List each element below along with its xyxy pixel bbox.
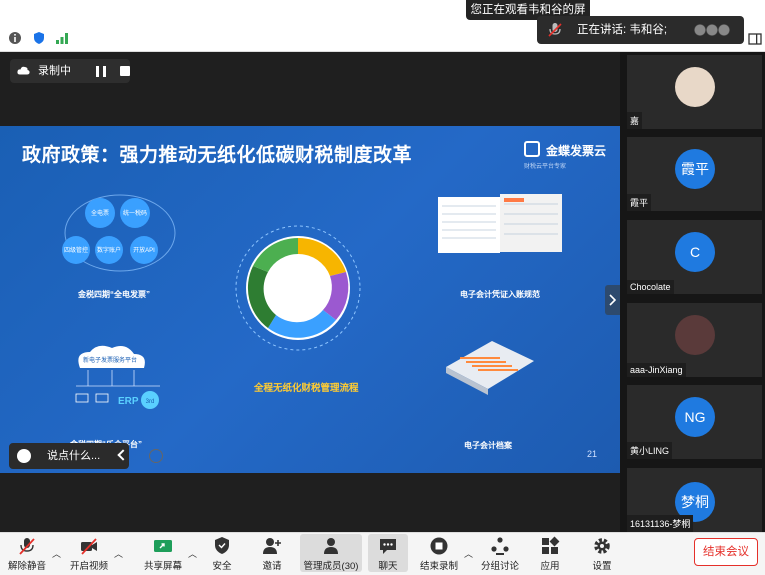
settings-label: 设置 (592, 561, 612, 572)
record-stop-icon (430, 537, 448, 555)
apps-label: 应用 (540, 561, 560, 572)
video-options-chevron-icon[interactable]: ︿ (114, 547, 123, 560)
bubble-label: 全电票 (91, 209, 109, 217)
meeting-window: { "banner":{"viewing":"您正在观看韦和谷的屏幕"}, "s… (0, 0, 765, 575)
members-icon (324, 538, 338, 554)
participant-tile[interactable]: aaa-JinXiang (627, 303, 762, 377)
chat-placeholder: 说点什么... (47, 450, 101, 462)
bubble-diagram: 全电票 统一税码 四级管控 数字账户 开放API (62, 194, 176, 272)
add-user-icon (263, 538, 281, 554)
share-options-chevron-icon[interactable]: ︿ (188, 547, 197, 560)
video-off-icon (81, 538, 97, 555)
end-meeting-button[interactable]: 结束会议 (694, 538, 758, 566)
chat-label: 聊天 (378, 561, 398, 572)
pause-recording-icon[interactable] (96, 66, 106, 77)
stop-recording-button[interactable]: 结束录制 (416, 534, 462, 572)
bubble-label: 开放API (133, 246, 155, 254)
speaker-avatars (692, 23, 732, 37)
third-party-label: 3rd (146, 399, 155, 405)
brand-subtitle: 财税云平台专家 (524, 164, 567, 170)
slide-page-number: 21 (587, 449, 598, 459)
security-shield-icon (215, 537, 229, 554)
bubble-label: 数字账户 (97, 246, 121, 254)
participant-tile[interactable]: NG 黄小LING (627, 385, 762, 459)
unmute-button[interactable]: 解除静音 (4, 534, 50, 572)
archive-room-illustration (446, 341, 534, 395)
speaking-label: 正在讲话: 韦和谷; (577, 24, 668, 36)
settings-button[interactable]: 设置 (582, 534, 622, 572)
participant-tile[interactable]: 梦桐 16131136-梦桐 (627, 468, 762, 532)
cloud-platform-label: 新电子发票服务平台 (83, 356, 137, 364)
breakout-label: 分组讨论 (480, 561, 519, 572)
chevron-right-icon (609, 294, 617, 306)
participant-name: Chocolate (627, 280, 674, 294)
signal-icon[interactable] (55, 31, 69, 45)
audio-options-chevron-icon[interactable]: ︿ (52, 547, 61, 560)
chat-bubble-icon (380, 539, 396, 554)
participant-name: 16131136-梦桐 (627, 515, 694, 532)
documents-illustration (438, 194, 562, 253)
participant-name: aaa-JinXiang (627, 363, 686, 377)
breakout-rooms-button[interactable]: 分组讨论 (478, 534, 522, 572)
participant-tile[interactable]: 嘉 (627, 55, 762, 129)
participant-name: 霞平 (627, 194, 652, 211)
brand-logo-icon (524, 141, 540, 157)
security-button[interactable]: 安全 (202, 534, 242, 572)
more-icon[interactable] (149, 449, 163, 463)
chat-input[interactable]: 说点什么... (9, 443, 163, 469)
caption-paperless-flow: 全程无纸化财税管理流程 (254, 383, 359, 394)
invite-label: 邀请 (262, 561, 282, 572)
sidebar-toggle-icon[interactable] (748, 32, 762, 46)
info-icon[interactable] (8, 31, 22, 45)
participant-name: 嘉 (627, 112, 643, 129)
share-screen-label: 共享屏幕 (143, 561, 182, 572)
participant-avatar (675, 315, 715, 355)
unmute-label: 解除静音 (7, 561, 46, 572)
speaking-indicator: 正在讲话: 韦和谷; (537, 16, 744, 44)
apps-grid-icon (542, 536, 560, 554)
participant-avatar: NG (675, 397, 715, 437)
bubble-label: 四级管控 (64, 246, 88, 254)
bubble-label: 统一税码 (123, 209, 147, 217)
brand-name: 金蝶发票云 (546, 144, 607, 158)
manage-members-label: 管理成员(30) (303, 561, 359, 572)
erp-label: ERP (118, 396, 139, 407)
cloud-icon (17, 66, 30, 75)
participant-tile[interactable]: 霞平 霞平 (627, 137, 762, 211)
chevron-left-icon[interactable] (117, 449, 129, 461)
start-video-button[interactable]: 开启视频 (66, 534, 112, 572)
process-cycle-diagram (235, 225, 361, 351)
participant-name: 黄小LING (627, 442, 673, 459)
cloud-platform-diagram: 新电子发票服务平台 ERP 3rd (75, 345, 160, 409)
stop-recording-label: 结束录制 (419, 561, 458, 572)
caption-archive: 电子会计档案 (464, 441, 512, 450)
start-video-label: 开启视频 (69, 561, 108, 572)
invite-button[interactable]: 邀请 (252, 534, 292, 572)
gear-icon (594, 538, 610, 554)
stop-recording-icon[interactable] (120, 66, 130, 76)
presentation-slide: 政府政策：强力推动无纸化低碳财税制度改革 金蝶发票云 财税云平台专家 全电票 统… (0, 126, 620, 473)
manage-members-button[interactable]: 管理成员(30) (300, 534, 362, 572)
chat-button[interactable]: 聊天 (368, 534, 408, 572)
caption-voucher-rules: 电子会计凭证入账规范 (460, 290, 540, 299)
mic-muted-icon (548, 23, 562, 37)
recording-label: 录制中 (38, 65, 71, 77)
slide-title: 政府政策：强力推动无纸化低碳财税制度改革 (22, 145, 413, 166)
apps-button[interactable]: 应用 (530, 534, 570, 572)
share-screen-button[interactable]: 共享屏幕 (140, 534, 186, 572)
participant-avatar (675, 67, 715, 107)
breakout-icon (491, 537, 509, 555)
participant-avatar: C (675, 232, 715, 272)
recording-indicator: 录制中 (10, 59, 130, 83)
security-label: 安全 (212, 561, 232, 572)
collapse-panel-button[interactable] (605, 285, 620, 315)
participant-tile[interactable]: C Chocolate (627, 220, 762, 294)
shield-icon[interactable] (32, 31, 46, 45)
share-screen-icon (154, 540, 172, 552)
record-options-chevron-icon[interactable]: ︿ (464, 547, 473, 560)
caption-quad-invoice: 金税四期“全电发票” (78, 290, 150, 299)
participant-avatar: 霞平 (675, 149, 715, 189)
emoji-icon[interactable] (17, 449, 31, 463)
mic-muted-icon (19, 538, 35, 555)
